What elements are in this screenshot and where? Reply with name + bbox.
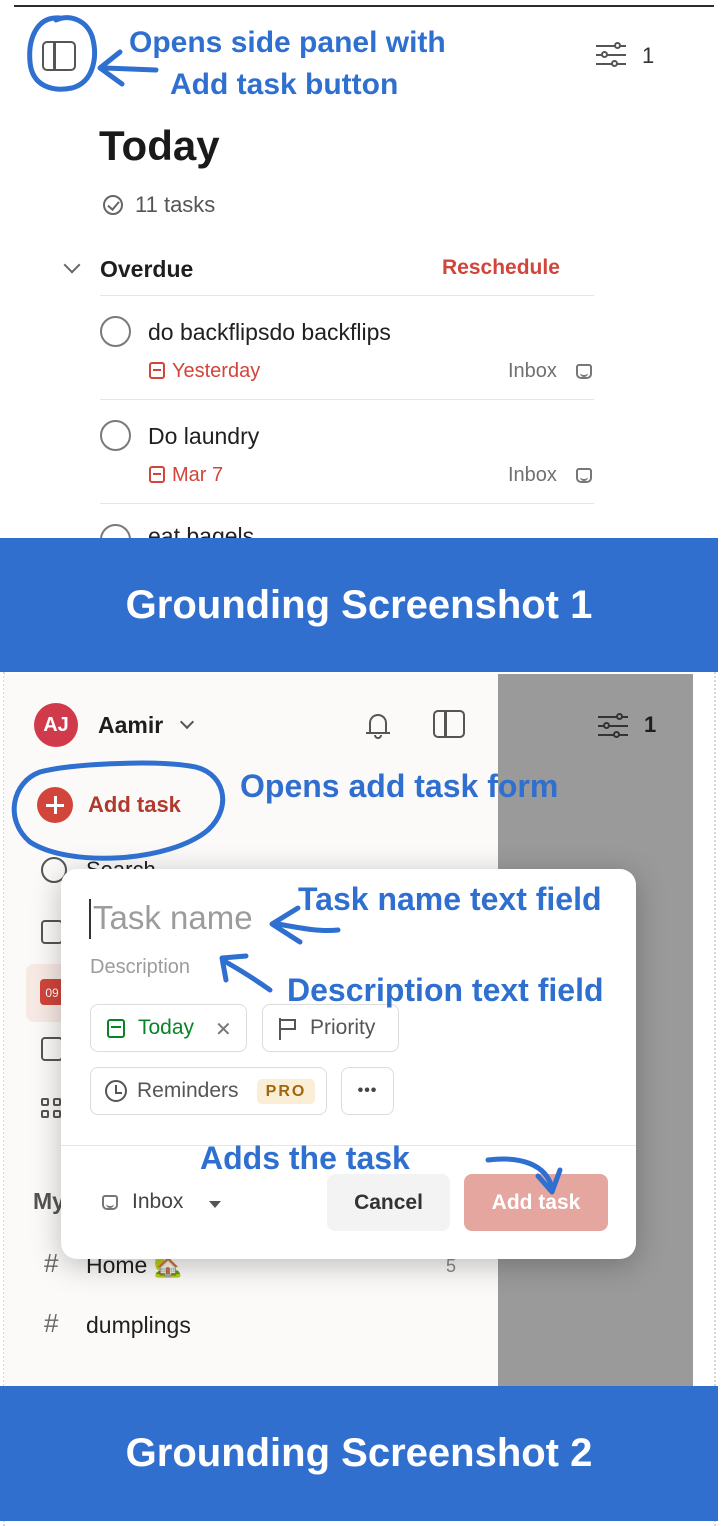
- task-project: Inbox: [508, 360, 557, 382]
- hash-icon: #: [44, 1248, 59, 1278]
- add-task-button[interactable]: Add task: [88, 792, 181, 818]
- filter-icon[interactable]: [598, 712, 628, 739]
- task-count: 11 tasks: [135, 192, 216, 217]
- reschedule-button[interactable]: Reschedule: [442, 256, 560, 280]
- sidebar-project-dumplings[interactable]: dumplings: [86, 1312, 191, 1339]
- hash-icon: #: [44, 1308, 59, 1338]
- pro-badge: PRO: [257, 1079, 315, 1104]
- task-complete-checkbox[interactable]: [100, 524, 131, 538]
- screenshot-1: 1 Today 11 tasks Overdue Reschedule do b…: [0, 0, 722, 538]
- task-complete-checkbox[interactable]: [100, 420, 131, 451]
- description-input[interactable]: Description: [90, 956, 190, 979]
- calendar-icon: [149, 466, 165, 483]
- close-icon[interactable]: ✕: [215, 1017, 232, 1042]
- priority-label: Priority: [310, 1016, 376, 1039]
- bell-icon[interactable]: [366, 712, 390, 739]
- dropdown-caret-icon[interactable]: [209, 1201, 221, 1208]
- task-name-input[interactable]: Task name: [93, 899, 253, 937]
- side-panel-toggle-icon[interactable]: [433, 710, 465, 738]
- add-task-dialog: Task name Description Today ✕ Priority R…: [61, 869, 636, 1259]
- task-due-date: Mar 7: [172, 464, 224, 486]
- flag-icon: [278, 1018, 298, 1040]
- calendar-icon: [149, 362, 165, 379]
- cancel-button[interactable]: Cancel: [327, 1174, 450, 1231]
- more-options-button[interactable]: •••: [341, 1067, 394, 1115]
- check-circle-icon: [103, 195, 123, 215]
- task-project: Inbox: [508, 464, 557, 486]
- annotation-side-panel: Opens side panel with: [129, 26, 446, 59]
- upcoming-calendar-icon[interactable]: [41, 1037, 63, 1061]
- task-title[interactable]: eat bagels: [148, 523, 254, 538]
- inbox-icon: [576, 364, 592, 379]
- side-panel-toggle-icon[interactable]: [42, 41, 76, 71]
- annotation-adds-task: Adds the task: [200, 1140, 410, 1176]
- divider: [100, 503, 594, 504]
- reminders-chip[interactable]: Reminders PRO: [90, 1067, 327, 1115]
- inbox-icon[interactable]: [41, 920, 63, 944]
- project-task-count: 5: [446, 1256, 457, 1276]
- banner-screenshot-1: Grounding Screenshot 1: [0, 538, 718, 672]
- top-border: [14, 5, 714, 7]
- due-date-label: Today: [138, 1016, 195, 1039]
- due-date-chip[interactable]: Today ✕: [90, 1004, 247, 1052]
- add-task-icon[interactable]: [37, 787, 73, 823]
- filter-count: 1: [642, 43, 655, 68]
- divider: [100, 399, 594, 400]
- alarm-clock-icon: [105, 1080, 127, 1102]
- filters-labels-icon[interactable]: [41, 1098, 63, 1120]
- avatar[interactable]: AJ: [34, 703, 78, 747]
- annotation-description-field: Description text field: [287, 972, 604, 1008]
- annotation-side-panel: Add task button: [170, 68, 399, 101]
- section-title: Overdue: [100, 256, 194, 282]
- annotation-task-name-field: Task name text field: [298, 881, 602, 917]
- annotation-add-task-form: Opens add task form: [240, 768, 559, 804]
- calendar-icon: [107, 1019, 125, 1038]
- add-task-submit-button[interactable]: Add task: [464, 1174, 608, 1231]
- task-title[interactable]: Do laundry: [148, 423, 259, 450]
- task-complete-checkbox[interactable]: [100, 316, 131, 347]
- banner-screenshot-2: Grounding Screenshot 2: [0, 1386, 718, 1521]
- chevron-down-icon[interactable]: [63, 256, 81, 274]
- filter-icon[interactable]: [596, 41, 626, 68]
- page-title: Today: [99, 122, 220, 169]
- screenshot-2: 1 AJ Aamir Add task Search 09 My # Home …: [0, 674, 722, 1386]
- inbox-icon: [576, 468, 592, 483]
- priority-chip[interactable]: Priority: [262, 1004, 399, 1052]
- task-due-date: Yesterday: [172, 360, 261, 382]
- task-title[interactable]: do backflipsdo backflips: [148, 319, 391, 346]
- project-selector[interactable]: Inbox: [132, 1190, 183, 1214]
- user-name[interactable]: Aamir: [98, 712, 163, 739]
- text-cursor: [89, 899, 91, 939]
- filter-count: 1: [644, 712, 657, 737]
- divider: [100, 295, 594, 296]
- reminders-label: Reminders: [137, 1079, 239, 1102]
- inbox-icon: [102, 1195, 118, 1210]
